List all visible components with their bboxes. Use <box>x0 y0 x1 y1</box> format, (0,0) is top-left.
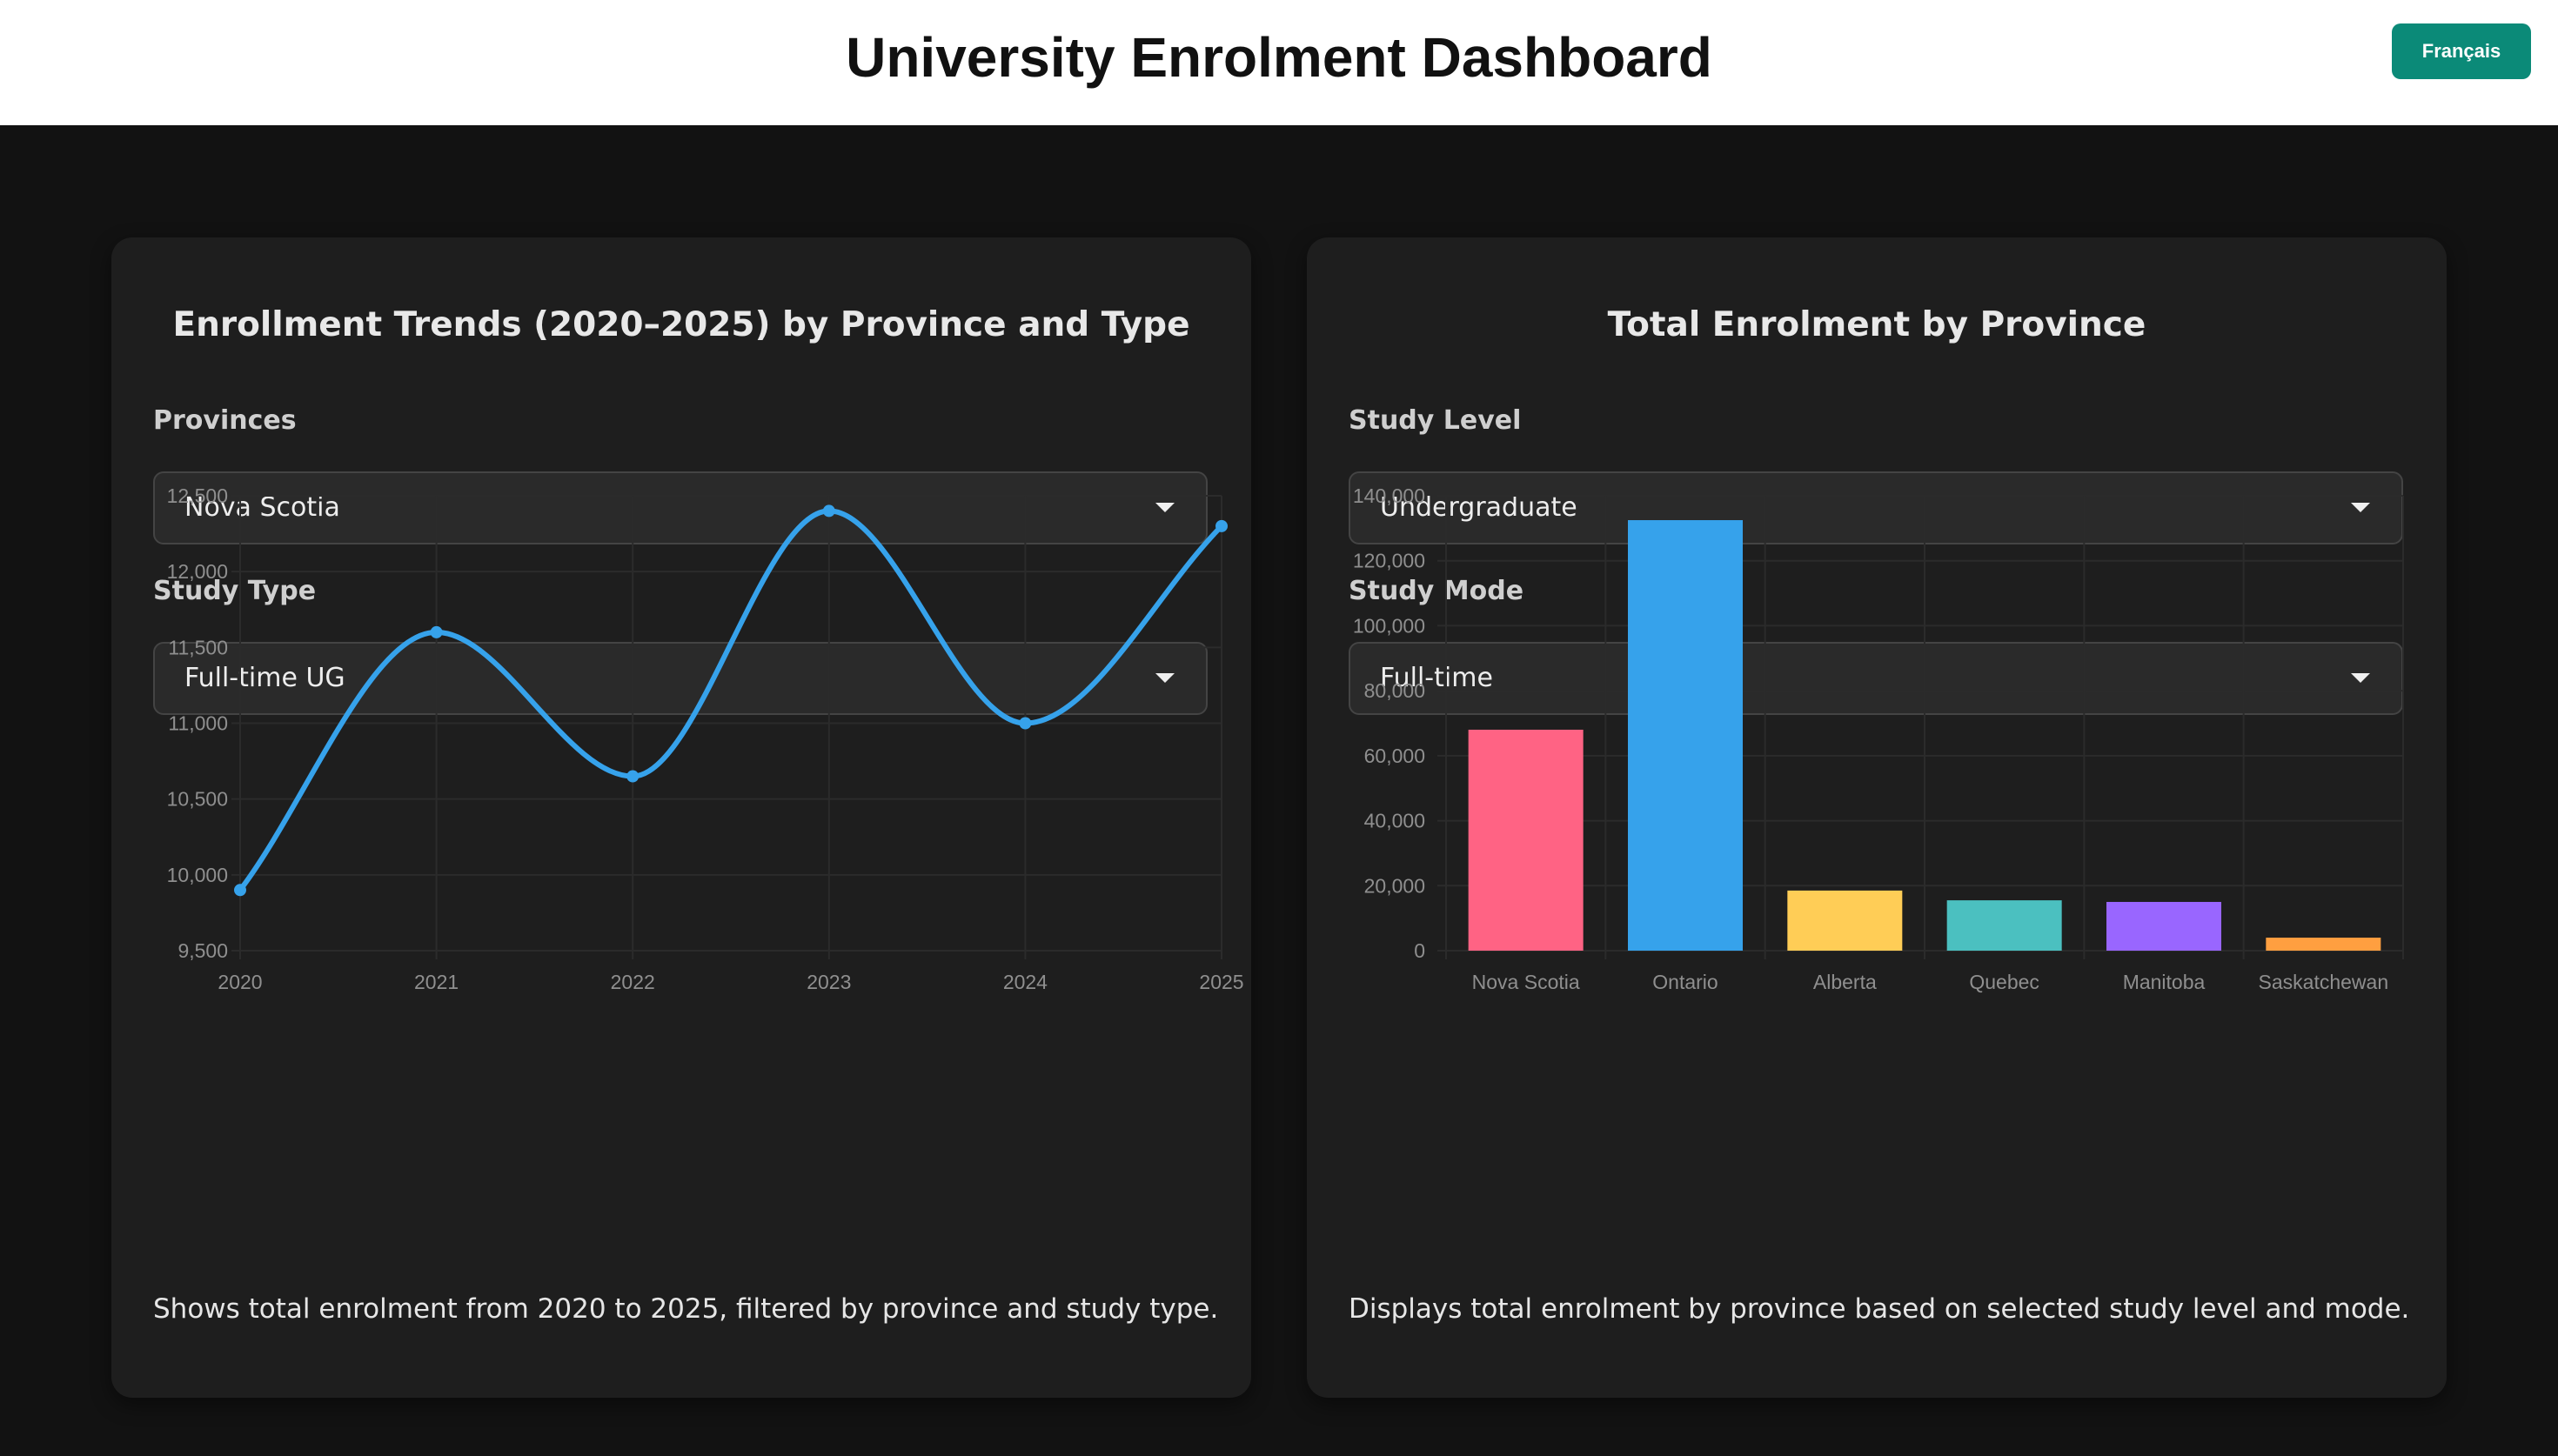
bar <box>1628 520 1743 951</box>
province-enrolment-card: Total Enrolment by Province Study Level … <box>1307 237 2447 1398</box>
y-tick-label: 100,000 <box>1353 614 1425 637</box>
x-tick-label: 2023 <box>807 971 851 993</box>
y-tick-label: 20,000 <box>1364 874 1425 897</box>
province-chart-caption: Displays total enrolment by province bas… <box>1349 1293 2410 1325</box>
x-tick-label: Ontario <box>1652 971 1718 993</box>
language-toggle-button[interactable]: Français <box>2392 23 2531 79</box>
y-tick-label: 60,000 <box>1364 745 1425 767</box>
bar <box>1468 729 1584 951</box>
x-tick-label: Nova Scotia <box>1472 971 1580 993</box>
page-title: University Enrolment Dashboard <box>846 26 1712 89</box>
trend-chart-caption: Shows total enrolment from 2020 to 2025,… <box>153 1293 1219 1325</box>
trend-data-point <box>1215 519 1228 532</box>
trend-data-point <box>430 625 443 638</box>
y-tick-label: 10,500 <box>167 788 228 811</box>
x-tick-label: 2021 <box>414 971 459 993</box>
trend-data-point <box>626 770 640 783</box>
y-tick-label: 10,000 <box>167 864 228 886</box>
bar <box>1787 890 1903 951</box>
y-tick-label: 12,500 <box>167 484 228 507</box>
y-tick-label: 0 <box>1414 939 1425 962</box>
trend-data-point <box>822 504 835 518</box>
x-tick-label: 2022 <box>611 971 655 993</box>
bar <box>1946 900 2062 951</box>
y-tick-label: 80,000 <box>1364 679 1425 702</box>
x-tick-label: Quebec <box>1969 971 2039 993</box>
x-tick-label: Manitoba <box>2123 971 2206 993</box>
y-tick-label: 12,000 <box>167 560 228 583</box>
top-bar: University Enrolment Dashboard Français <box>0 0 2558 125</box>
trend-data-point <box>234 884 246 897</box>
bar <box>2106 901 2221 951</box>
x-tick-label: 2020 <box>218 971 262 993</box>
y-tick-label: 140,000 <box>1353 484 1425 507</box>
bar <box>2266 938 2381 951</box>
trend-series-line <box>238 508 1224 892</box>
y-tick-label: 9,500 <box>177 939 228 962</box>
x-tick-label: Saskatchewan <box>2259 971 2389 993</box>
x-tick-label: Alberta <box>1813 971 1877 993</box>
enrolment-trend-line-chart: 12,500 12,000 11,500 11,000 10,500 10,000 9,50… <box>167 484 1244 993</box>
province-enrolment-bar-chart: 140,000 120,000 100,000 80,000 60,000 40,000 2… <box>1353 484 2404 993</box>
y-tick-label: 40,000 <box>1364 810 1425 832</box>
enrolment-trends-card: Enrollment Trends (2020–2025) by Provinc… <box>111 237 1251 1398</box>
y-tick-label: 11,000 <box>168 712 228 735</box>
x-tick-label: 2024 <box>1003 971 1048 993</box>
x-tick-label: 2025 <box>1199 971 1243 993</box>
trend-data-point <box>1019 717 1032 730</box>
y-tick-label: 11,500 <box>168 636 228 658</box>
y-tick-label: 120,000 <box>1353 550 1425 572</box>
